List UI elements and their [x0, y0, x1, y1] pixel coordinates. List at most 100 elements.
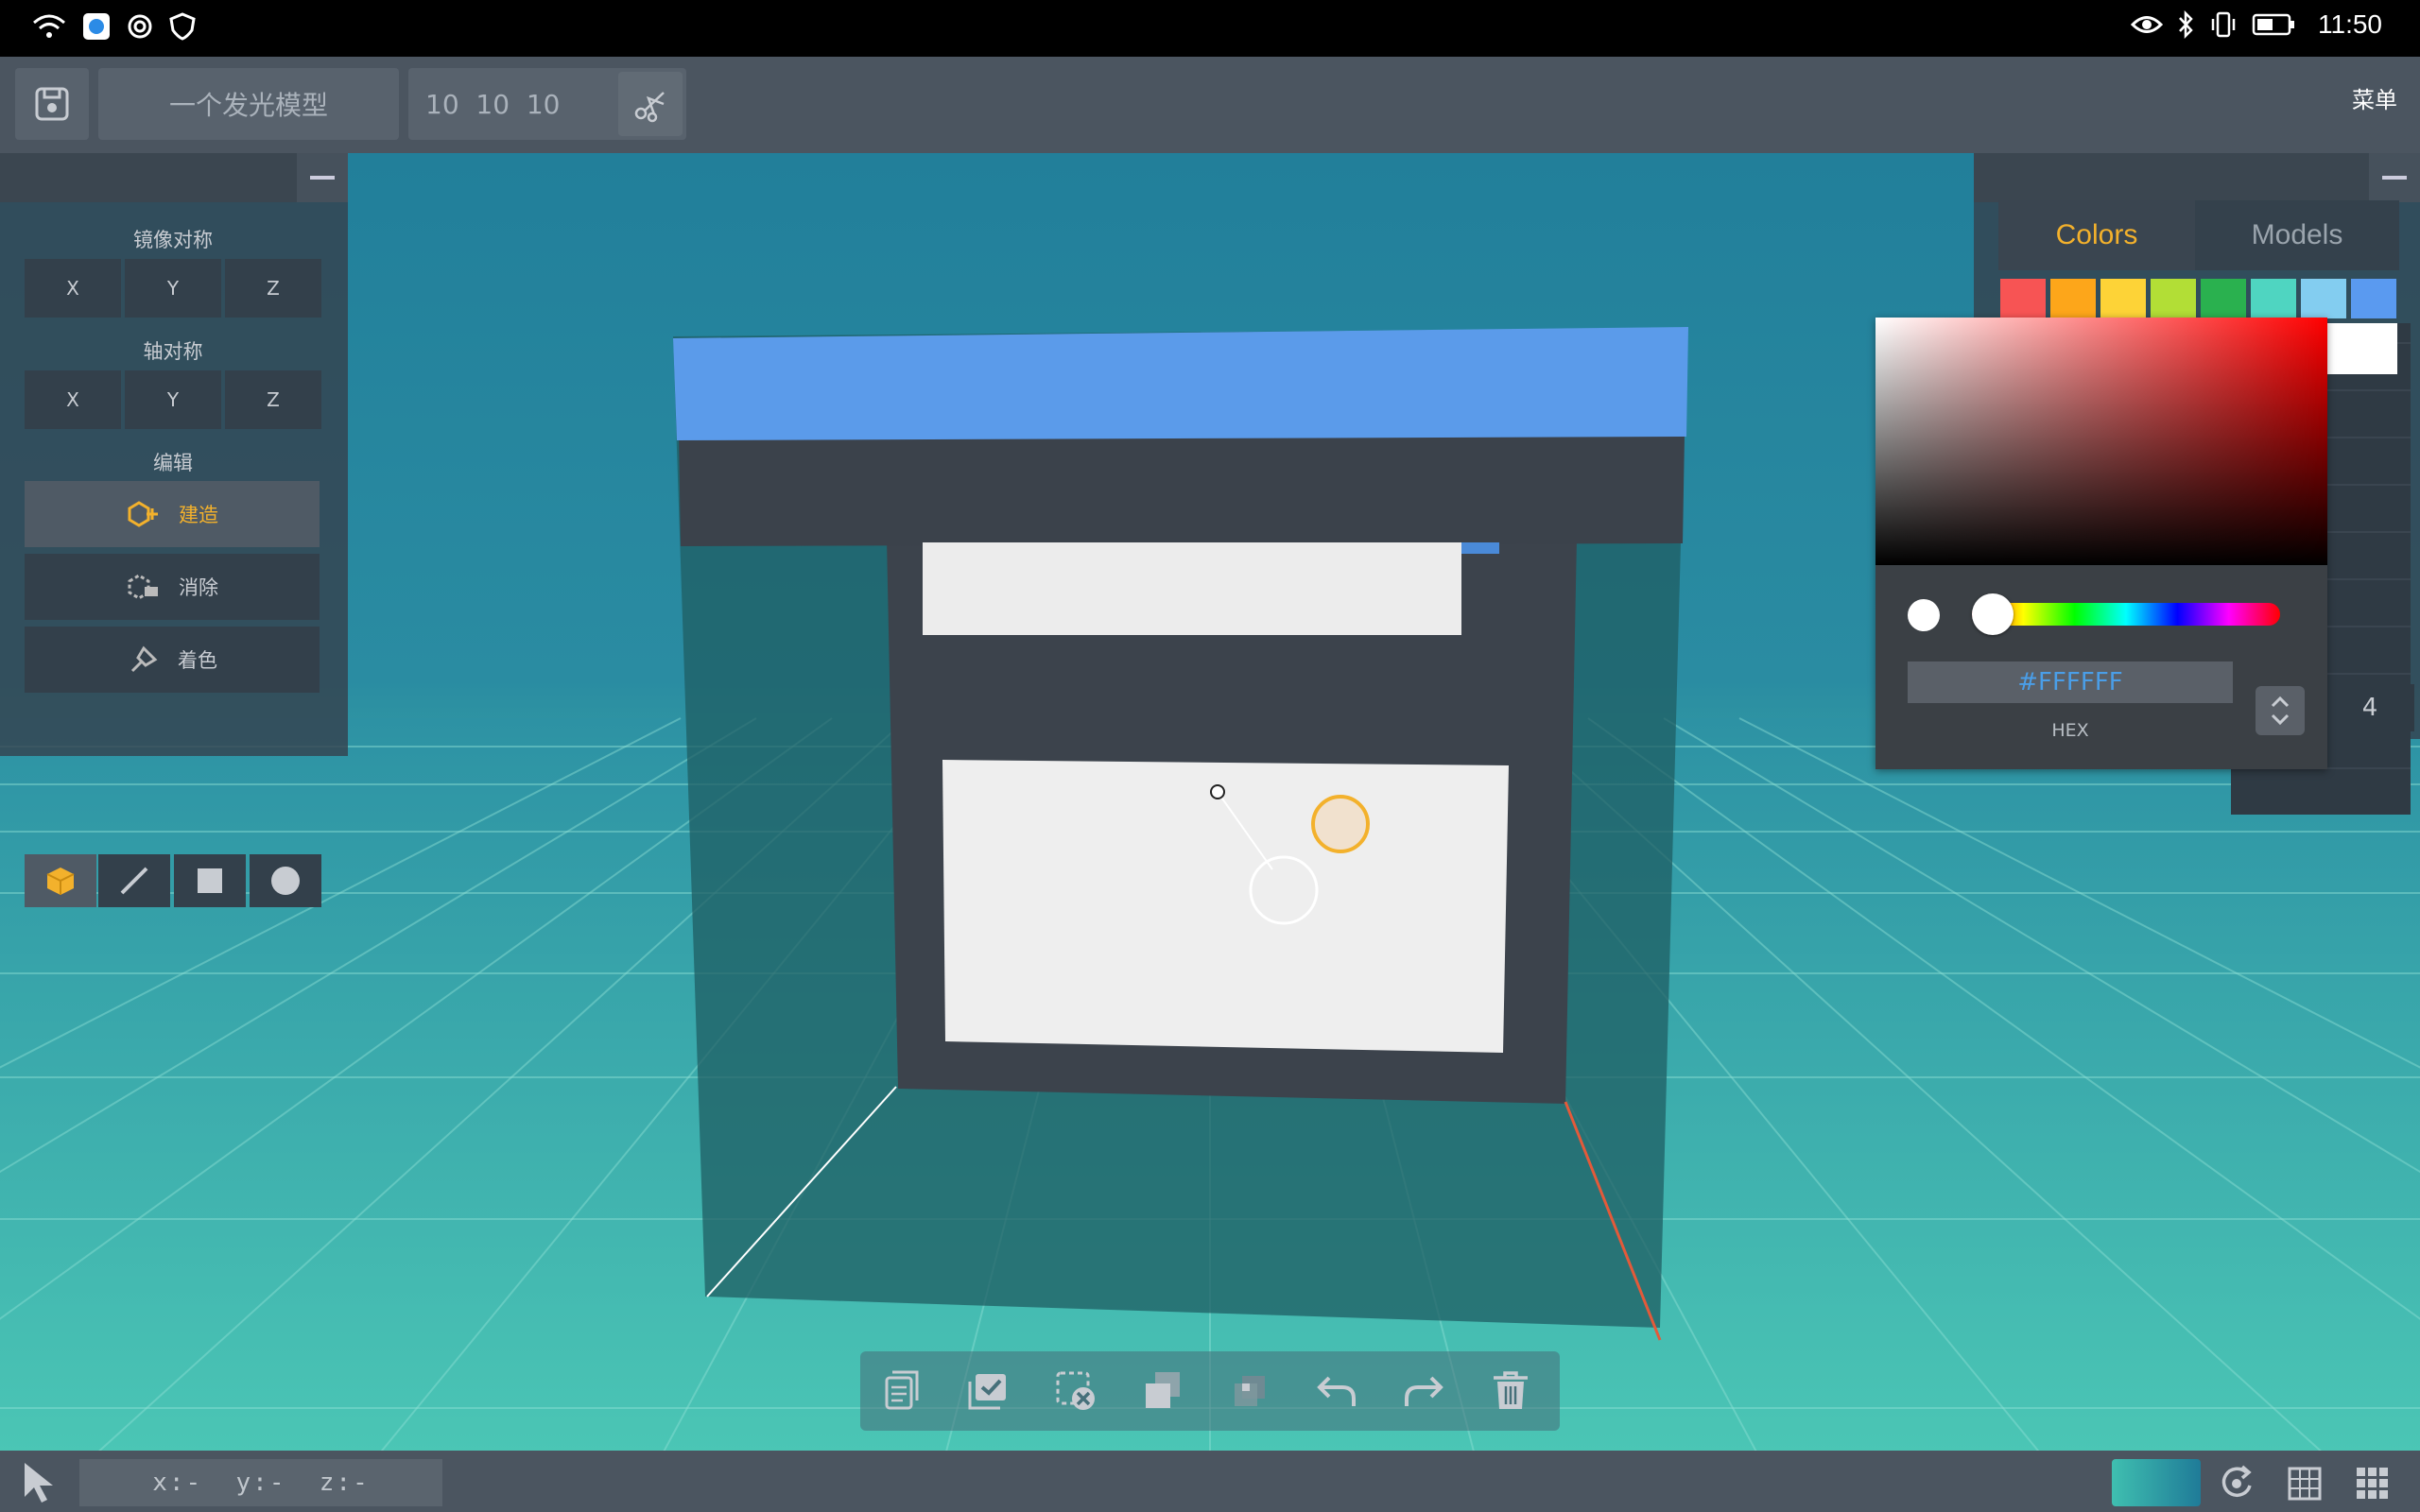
- erase-label: 消除: [179, 576, 218, 599]
- saturation-value-area[interactable]: [1876, 318, 2327, 565]
- battery-icon: [2252, 13, 2294, 36]
- line-tool-button[interactable]: [98, 854, 170, 907]
- grid-toggle-icon[interactable]: [2286, 1463, 2324, 1504]
- right-panel-header: [1974, 153, 2420, 202]
- square-tool-button[interactable]: [174, 854, 246, 907]
- rotate-view-icon[interactable]: [2218, 1463, 2256, 1504]
- select-all-icon[interactable]: [966, 1368, 1011, 1414]
- color-preview-dot: [1908, 599, 1940, 631]
- hue-slider-thumb[interactable]: [1972, 593, 2014, 635]
- bluetooth-icon: [2179, 10, 2193, 39]
- model-inner-accent: [1461, 542, 1499, 554]
- model-inner-bar: [923, 542, 1461, 635]
- color-swatch[interactable]: [2000, 279, 2046, 318]
- redo-icon[interactable]: [1401, 1368, 1446, 1414]
- color-swatch[interactable]: [2050, 279, 2096, 318]
- shield-icon: [169, 12, 196, 41]
- circle-icon: [271, 867, 300, 895]
- minus-icon: [310, 176, 335, 180]
- mirror-z-button[interactable]: Z: [225, 259, 321, 318]
- mirror-symmetry-label: 镜像对称: [133, 229, 213, 251]
- circle-tool-button[interactable]: [250, 854, 321, 907]
- model-name-text: 一个发光模型: [168, 90, 328, 121]
- pointer-icon[interactable]: [17, 1459, 62, 1506]
- eye-icon: [2131, 16, 2163, 33]
- erase-icon: [128, 574, 158, 600]
- vibrate-icon: [2211, 11, 2236, 38]
- copy-icon[interactable]: [879, 1368, 925, 1414]
- cube-icon: [46, 868, 75, 895]
- apps-grid-icon[interactable]: [2354, 1463, 2392, 1504]
- deselect-icon[interactable]: [1053, 1368, 1098, 1414]
- coordinates-display: x:- y:- z:-: [79, 1459, 442, 1506]
- save-button[interactable]: [15, 68, 89, 140]
- paint-button[interactable]: 着色: [25, 627, 320, 693]
- coordinates-text: x:- y:- z:-: [152, 1469, 370, 1497]
- top-toolbar: 一个发光模型 10 10 10 菜单: [0, 57, 2420, 153]
- color-swatch[interactable]: [2301, 279, 2346, 318]
- save-icon: [35, 87, 69, 121]
- left-edit-panel: 镜像对称 X Y Z 轴对称 X Y Z 编辑 建造 消除 着色: [0, 153, 348, 907]
- minus-icon: [2382, 176, 2407, 180]
- build-icon: [128, 501, 158, 527]
- dimensions-text: 10 10 10: [425, 88, 561, 120]
- erase-button[interactable]: 消除: [25, 554, 320, 620]
- axis-z-button[interactable]: Z: [225, 370, 321, 429]
- right-panel-minimize-button[interactable]: [2369, 153, 2420, 202]
- background-color-button[interactable]: [2112, 1459, 2201, 1506]
- model-name-field[interactable]: 一个发光模型: [98, 68, 399, 140]
- selected-color-swatch[interactable]: [2318, 323, 2397, 374]
- swirl-notification-icon: [128, 14, 152, 39]
- menu-button[interactable]: 菜单: [2352, 81, 2397, 114]
- size-value: 4: [2361, 694, 2378, 722]
- size-field[interactable]: 4: [2325, 684, 2414, 731]
- undo-icon[interactable]: [1314, 1368, 1359, 1414]
- cube-tool-button[interactable]: [25, 854, 96, 907]
- model-top-dark: [679, 435, 1685, 546]
- left-panel-minimize-button[interactable]: [297, 153, 348, 202]
- format-toggle-button[interactable]: [2256, 686, 2305, 735]
- mirror-x-button[interactable]: X: [25, 259, 121, 318]
- app-notification-icon: [83, 13, 110, 40]
- paint-label: 着色: [178, 649, 217, 672]
- axis-symmetry-label: 轴对称: [143, 340, 203, 363]
- hue-slider[interactable]: [1972, 603, 2280, 626]
- trash-icon[interactable]: [1488, 1368, 1533, 1414]
- color-swatch[interactable]: [2100, 279, 2146, 318]
- tab-colors[interactable]: Colors: [1998, 200, 2195, 270]
- color-swatch[interactable]: [2351, 279, 2396, 318]
- axis-x-button[interactable]: X: [25, 370, 121, 429]
- line-icon: [120, 867, 148, 895]
- edit-label: 编辑: [153, 452, 193, 474]
- color-swatch[interactable]: [2151, 279, 2196, 318]
- action-toolbar: [860, 1351, 1560, 1431]
- tab-models-label: Models: [2251, 219, 2343, 250]
- scissors-button[interactable]: [618, 72, 683, 136]
- hex-input[interactable]: #FFFFFF: [1908, 662, 2233, 703]
- mirror-y-button[interactable]: Y: [125, 259, 221, 318]
- color-swatch[interactable]: [2251, 279, 2296, 318]
- tab-models[interactable]: Models: [2195, 200, 2399, 270]
- build-label: 建造: [179, 504, 218, 526]
- build-button[interactable]: 建造: [25, 481, 320, 547]
- model-top-blue: [673, 327, 1688, 440]
- color-swatch[interactable]: [2201, 279, 2246, 318]
- color-picker-popup: #FFFFFF HEX: [1876, 318, 2327, 769]
- status-bar: 11:50: [0, 0, 2420, 57]
- tab-colors-label: Colors: [2055, 219, 2138, 250]
- layer-icon[interactable]: [1227, 1368, 1272, 1414]
- scissors-icon: [634, 92, 665, 123]
- square-icon: [198, 868, 222, 893]
- axis-y-button[interactable]: Y: [125, 370, 221, 429]
- light-gizmo-dot: [1210, 784, 1225, 799]
- voxel-model[interactable]: [673, 327, 1688, 1341]
- duplicate-icon[interactable]: [1140, 1368, 1185, 1414]
- hex-label: HEX: [2051, 720, 2089, 741]
- light-source-handle[interactable]: [1311, 795, 1370, 853]
- left-panel-header: [0, 153, 348, 202]
- clock: 11:50: [2318, 9, 2382, 39]
- chevron-up-down-icon: [2271, 696, 2290, 726]
- paint-brush-icon: [130, 645, 158, 673]
- wifi-icon: [33, 14, 65, 38]
- hex-input-value: #FFFFFF: [2017, 668, 2123, 696]
